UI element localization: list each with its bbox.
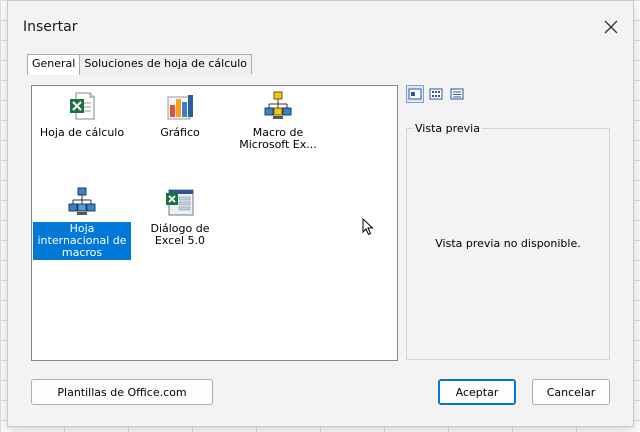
item-label: Diálogo de Excel 5.0 bbox=[150, 222, 210, 247]
large-icons-view-icon bbox=[408, 88, 422, 100]
chart-icon bbox=[167, 95, 193, 120]
office-templates-button[interactable]: Plantillas de Office.com bbox=[31, 379, 213, 405]
list-view-button[interactable] bbox=[427, 85, 445, 103]
preview-legend: Vista previa bbox=[413, 122, 482, 135]
cancel-button[interactable]: Cancelar bbox=[532, 379, 610, 405]
details-view-icon bbox=[450, 88, 464, 100]
item-label: Hoja internacional de macros bbox=[33, 222, 131, 260]
list-item-excel-dialog[interactable]: Diálogo de Excel 5.0 bbox=[130, 186, 230, 248]
view-mode-buttons bbox=[406, 85, 466, 103]
preview-group: Vista previa Vista previa no disponible. bbox=[406, 122, 610, 360]
close-icon bbox=[604, 20, 618, 34]
item-label: Gráfico bbox=[160, 126, 200, 139]
excel-dialog-icon bbox=[166, 189, 194, 216]
list-item-macro[interactable]: Macro de Microsoft Ex... bbox=[228, 90, 328, 152]
item-label: Macro de Microsoft Ex... bbox=[239, 126, 317, 151]
tab-general[interactable]: General bbox=[27, 54, 81, 75]
ok-button[interactable]: Aceptar bbox=[438, 379, 516, 405]
tab-strip: General Soluciones de hoja de cálculo bbox=[27, 54, 253, 75]
excel-worksheet-icon bbox=[70, 92, 95, 120]
tab-spreadsheet-solutions[interactable]: Soluciones de hoja de cálculo bbox=[79, 54, 253, 74]
title-bar: Insertar bbox=[8, 1, 633, 45]
list-item-chart[interactable]: Gráfico bbox=[130, 90, 230, 140]
large-icons-view-button[interactable] bbox=[406, 85, 424, 103]
macro-sheet-icon bbox=[264, 91, 292, 119]
item-label: Hoja de cálculo bbox=[39, 126, 125, 139]
list-item-international-macro[interactable]: Hoja internacional de macros bbox=[32, 186, 132, 260]
template-list[interactable]: Hoja de cálculo Gráfico Macro de Microso… bbox=[31, 85, 398, 361]
insert-dialog: Insertar General Soluciones de hoja de c… bbox=[7, 0, 634, 427]
preview-message: Vista previa no disponible. bbox=[435, 237, 581, 250]
list-item-worksheet[interactable]: Hoja de cálculo bbox=[32, 90, 132, 140]
list-view-icon bbox=[429, 88, 443, 100]
dialog-title: Insertar bbox=[23, 19, 78, 35]
close-button[interactable] bbox=[599, 15, 623, 39]
details-view-button[interactable] bbox=[448, 85, 466, 103]
mouse-cursor-icon bbox=[362, 218, 374, 236]
international-macro-icon bbox=[68, 187, 96, 215]
